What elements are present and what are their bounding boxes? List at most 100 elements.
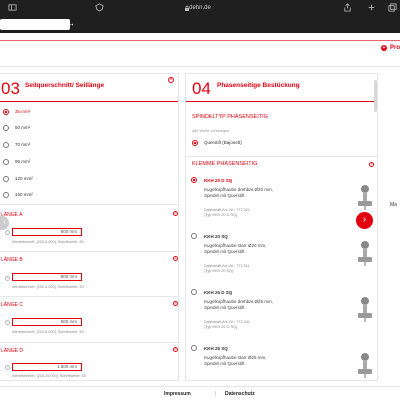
share-icon[interactable]	[343, 3, 352, 12]
product-code: KKH 20 D SQ	[204, 178, 233, 183]
product-option[interactable]	[191, 288, 203, 297]
cross-section-option[interactable]: 70 mm²	[3, 141, 30, 150]
spindle-heading: SPINDELTYP PHASENSEITIG	[192, 114, 268, 120]
range-hint: Wertebereich: [200,6.000], Schrittweite:…	[12, 330, 84, 334]
length-input[interactable]: 800 mm	[12, 318, 82, 326]
divider	[0, 251, 178, 252]
range-hint: Wertebereich: [200,6.000], Schrittweite:…	[12, 285, 84, 289]
panel-cable-length: 03 Seilquerschnitt/ Seillänge × 35 mm² 5…	[0, 73, 179, 381]
check-icon: ✓	[5, 320, 10, 325]
length-input[interactable]: 1.800 mm	[12, 363, 82, 371]
new-tab-icon[interactable]	[367, 3, 376, 12]
option-label: 35 mm²	[15, 109, 31, 114]
length-label: LÄNGE C	[1, 302, 23, 308]
length-label: LÄNGE B	[1, 257, 23, 263]
cross-section-option[interactable]: 35 mm²	[3, 108, 30, 117]
radio-selected-icon	[3, 108, 9, 115]
cross-section-option[interactable]: 150 mm²	[3, 191, 33, 200]
check-icon: ✓	[5, 230, 10, 235]
panel-header: 04 Phasenseitige Bestückung	[186, 74, 377, 102]
length-label: LÄNGE D	[1, 348, 23, 354]
step-number: 03	[1, 79, 20, 98]
option-label: 120 mm²	[15, 176, 33, 181]
scrollbar[interactable]	[374, 80, 377, 112]
footer-separator: |	[215, 391, 217, 397]
product-type: (Typ KKH 20 D SQ)	[204, 213, 238, 217]
prefill-note[interactable]: Alle Werte vorbelegen	[192, 129, 229, 133]
product-description: Kugelkopfhaube starr Ø25 mm, Spindel mit…	[204, 355, 267, 366]
product-code: KKH 25 D SQ	[204, 290, 233, 295]
radio-selected-icon	[191, 176, 197, 183]
radio-icon	[3, 175, 9, 182]
product-code: KKH 25 SQ	[204, 346, 228, 351]
divider	[0, 296, 178, 297]
url-text[interactable]: dehn.de	[0, 5, 400, 11]
impressum-link[interactable]: Impressum	[164, 391, 191, 397]
next-button[interactable]: ›	[356, 212, 373, 229]
option-label: 95 mm²	[15, 159, 31, 164]
panel-title: Seilquerschnitt/ Seillänge	[25, 82, 105, 89]
product-option[interactable]	[191, 232, 203, 241]
site-header	[0, 33, 400, 67]
option-label: Querstift (Bajonett)	[204, 140, 242, 145]
product-image	[358, 353, 372, 378]
divider	[0, 204, 178, 205]
url-input[interactable]	[0, 19, 70, 30]
site-footer: Impressum | Datenschutz	[0, 386, 400, 400]
product-type: (Typ KKH 25 D SQ)	[204, 325, 238, 329]
divider	[186, 156, 377, 157]
pro-link[interactable]: + Pro	[380, 45, 400, 51]
spindle-option[interactable]: Querstift (Bajonett)	[192, 139, 242, 148]
info-icon[interactable]: i	[173, 211, 178, 216]
info-icon[interactable]: i	[173, 347, 178, 352]
length-input[interactable]: 800 mm	[12, 228, 82, 236]
product-description: Kugelkopfhaube drehbar Ø25 mm, Spindel m…	[204, 299, 274, 310]
product-option[interactable]	[191, 176, 203, 185]
radio-icon	[191, 232, 197, 239]
product-code: KKH 20 SQ	[204, 234, 228, 239]
panel-phase-equipment: 04 Phasenseitige Bestückung SPINDELTYP P…	[185, 73, 378, 381]
cross-section-option[interactable]: 50 mm²	[3, 124, 30, 133]
option-label: 70 mm²	[15, 142, 31, 147]
header-divider	[0, 40, 400, 41]
panel-title: Phasenseitige Bestückung	[217, 82, 300, 89]
radio-icon	[191, 344, 197, 351]
clamp-heading: KLEMME PHASENSEITIG	[192, 161, 258, 167]
product-description: Kugelkopfhaube drehbar Ø20 mm, Spindel m…	[204, 187, 274, 198]
side-panel-text: Ma	[390, 202, 397, 208]
radio-icon	[3, 124, 9, 131]
cross-section-option[interactable]: 95 mm²	[3, 158, 30, 167]
product-description: Kugelkopfhaube starr Ø20 mm, Spindel mit…	[204, 243, 267, 254]
divider	[0, 342, 178, 343]
radio-icon	[191, 288, 197, 295]
close-icon[interactable]: ×	[168, 77, 174, 83]
forward-arrow-icon[interactable]: →	[67, 19, 75, 28]
browser-toolbar: dehn.de →	[0, 0, 400, 33]
range-hint: Wertebereich: [200,6.000], Schrittweite:…	[12, 240, 84, 244]
product-option[interactable]	[191, 344, 203, 353]
info-icon[interactable]: i	[369, 162, 374, 167]
product-type: (Typ KKH 20 SQ)	[204, 269, 234, 273]
radio-selected-icon	[192, 139, 198, 146]
plus-icon: +	[380, 45, 387, 51]
check-icon: ✓	[5, 276, 10, 281]
datenschutz-link[interactable]: Datenschutz	[225, 391, 255, 397]
product-image	[358, 185, 372, 210]
info-icon[interactable]: i	[173, 256, 178, 261]
radio-icon	[3, 141, 9, 148]
pro-label: Pro	[389, 45, 400, 51]
tabs-overview-icon[interactable]	[388, 3, 397, 12]
product-image	[358, 241, 372, 266]
radio-icon	[3, 191, 9, 198]
step-number: 04	[192, 79, 211, 98]
option-label: 50 mm²	[15, 125, 31, 130]
info-icon[interactable]: i	[173, 301, 178, 306]
cross-section-option[interactable]: 120 mm²	[3, 175, 33, 184]
range-hint: Wertebereich: [200,25.000], Schrittweite…	[12, 374, 86, 378]
product-image	[358, 297, 372, 322]
radio-icon	[3, 158, 9, 165]
length-input[interactable]: 900 mm	[12, 273, 82, 281]
panel-header: 03 Seilquerschnitt/ Seillänge ×	[0, 74, 178, 102]
option-label: 150 mm²	[15, 192, 33, 197]
check-icon: ✓	[5, 365, 10, 370]
